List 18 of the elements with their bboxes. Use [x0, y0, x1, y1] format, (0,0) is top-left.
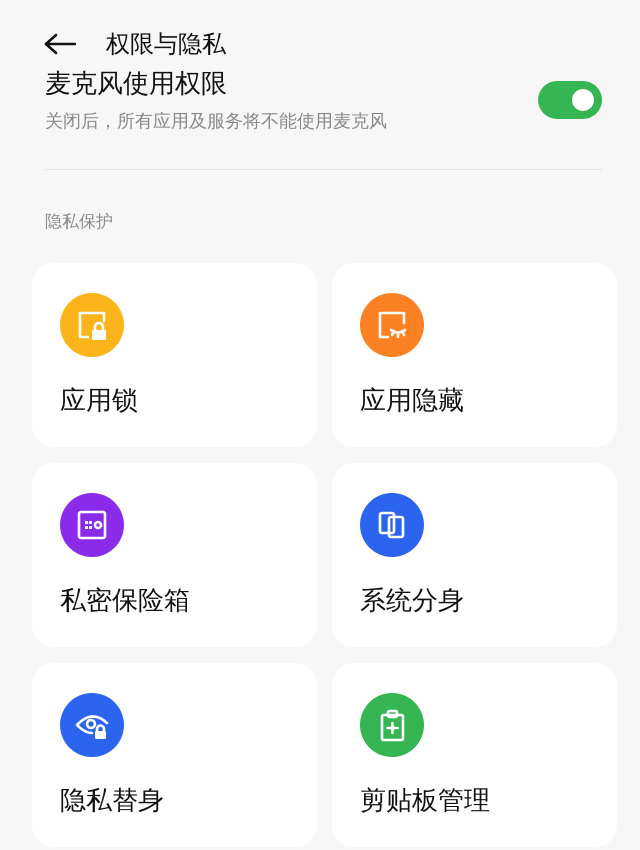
feature-label: 应用隐藏	[360, 385, 465, 418]
feature-label: 剪贴板管理	[360, 785, 491, 818]
setting-description: 关闭后，所有应用及服务将不能使用麦克风	[45, 110, 387, 133]
feature-label: 应用锁	[60, 385, 139, 418]
feature-card[interactable]: 应用隐藏	[332, 263, 617, 447]
feature-label: 系统分身	[360, 585, 465, 618]
feature-label: 隐私替身	[60, 785, 165, 818]
toggle-switch[interactable]	[538, 80, 602, 118]
setting-title: 麦克风使用权限	[45, 68, 228, 101]
section-header: 隐私保护	[44, 211, 114, 233]
feature-card[interactable]: 系统分身	[332, 463, 617, 647]
back-icon[interactable]	[44, 33, 76, 55]
feature-card[interactable]: 私密保险箱	[32, 463, 317, 647]
feature-label: 私密保险箱	[60, 585, 191, 618]
feature-card[interactable]: 隐私替身	[32, 663, 317, 847]
feature-card[interactable]: 应用锁	[32, 263, 317, 447]
feature-card[interactable]: 剪贴板管理	[332, 663, 617, 847]
page-title: 权限与隐私	[106, 29, 226, 60]
